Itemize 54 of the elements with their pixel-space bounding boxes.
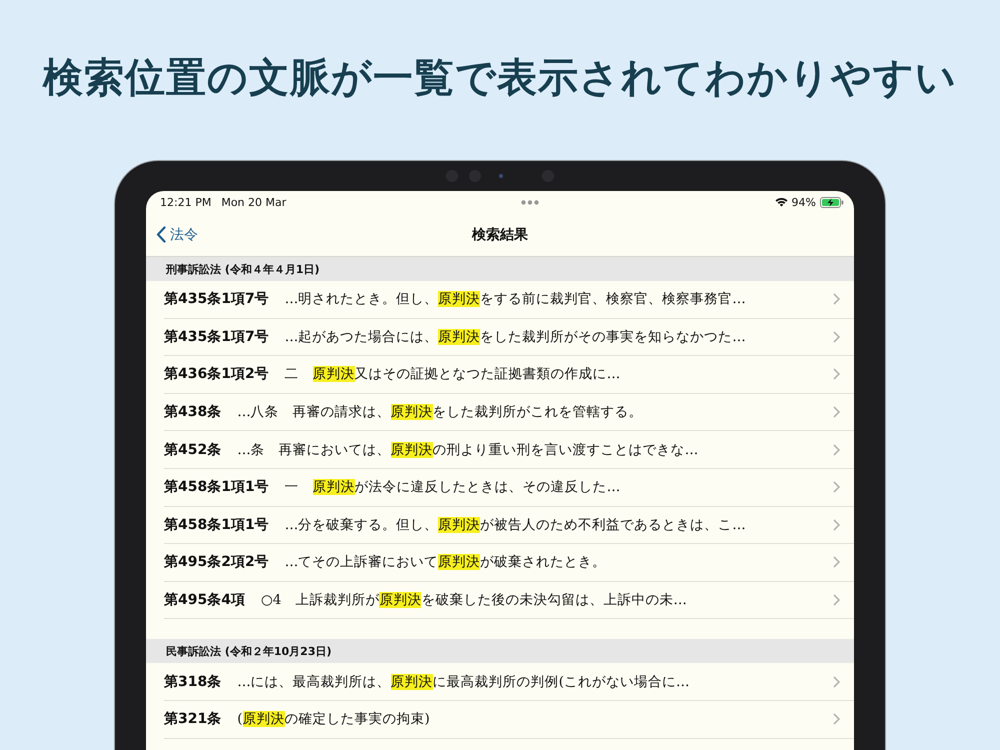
chevron-right-icon xyxy=(833,406,840,418)
chevron-right-icon xyxy=(833,594,840,606)
context-snippet: ○4 上訴裁判所が原判決を破棄した後の未決勾留は、上訴中の未… xyxy=(260,591,688,610)
context-snippet: …には、最高裁判所は、原判決に最高裁判所の判例(これがない場合に… xyxy=(237,672,691,691)
article-reference: 第458条1項1号 xyxy=(164,478,269,496)
search-result-row[interactable]: 第458条1項1号 …分を破棄する。但し、原判決が被告人のため不利益であるときは、こ… xyxy=(164,506,854,544)
chevron-right-icon xyxy=(833,293,840,306)
chevron-right-icon xyxy=(833,713,840,726)
article-reference: 第495条2項2号 xyxy=(164,553,269,572)
article-reference: 第435条1項7号 xyxy=(164,328,269,346)
back-button[interactable]: 法令 xyxy=(146,226,208,244)
search-result-row[interactable]: 第438条 …八条 再審の請求は、原判決をした裁判所がこれを管轄する。 xyxy=(164,394,854,432)
context-snippet: …てその上訴審において原判決が破棄されたとき。 xyxy=(284,553,608,572)
chevron-right-icon xyxy=(833,368,840,380)
article-reference: 第495条4項 xyxy=(164,591,245,610)
status-time: 12:21 PM xyxy=(160,196,212,208)
battery-charging-icon xyxy=(820,196,844,208)
search-result-row[interactable]: 第435条1項7号 …起があつた場合には、原判決をした裁判所がその事実を知らなかつた… xyxy=(164,318,854,356)
multitasking-icon[interactable] xyxy=(521,200,540,204)
context-snippet: …明されたとき。但し、原判決をする前に裁判官、検察官、検察事務官… xyxy=(284,290,747,308)
article-reference: 第438条 xyxy=(164,403,222,422)
article-reference: 第435条1項7号 xyxy=(164,290,269,308)
status-date: Mon 20 Mar xyxy=(221,196,286,208)
section-header: 刑事訴訟法 (令和４年４月1日) xyxy=(146,257,854,281)
chevron-right-icon xyxy=(833,330,840,343)
chevron-right-icon xyxy=(833,676,840,688)
article-reference: 第436条1項2号 xyxy=(164,365,269,384)
search-result-row[interactable]: 第452条 …条 再審においては、原判決の刑より重い刑を言い渡すことはできな… xyxy=(164,431,854,469)
chevron-right-icon xyxy=(833,481,840,494)
section-header: 民事訴訟法 (令和２年10月23日) xyxy=(146,639,854,664)
chevron-right-icon xyxy=(833,556,840,568)
context-snippet: (原判決の確定した事実の拘束) xyxy=(237,710,431,728)
article-reference: 第321条 xyxy=(164,710,222,728)
wifi-icon xyxy=(774,197,788,207)
search-result-row[interactable]: 第435条1項7号 …明されたとき。但し、原判決をする前に裁判官、検察官、検察事務官… xyxy=(164,281,854,319)
chevron-left-icon xyxy=(156,226,166,243)
chevron-right-icon xyxy=(833,518,840,531)
headline: 検索位置の文脈が一覧で表示されてわかりやすい xyxy=(43,54,957,102)
context-snippet: …条 再審においては、原判決の刑より重い刑を言い渡すことはできな… xyxy=(237,440,700,459)
battery-percentage: 94% xyxy=(792,196,816,208)
context-snippet: …八条 再審の請求は、原判決をした裁判所がこれを管轄する。 xyxy=(237,403,644,422)
search-result-row[interactable]: 第495条4項 ○4 上訴裁判所が原判決を破棄した後の未決勾留は、上訴中の未… xyxy=(164,582,854,620)
chevron-right-icon xyxy=(833,444,840,456)
article-reference: 第452条 xyxy=(164,440,222,459)
context-snippet: …起があつた場合には、原判決をした裁判所がその事実を知らなかつた… xyxy=(284,328,747,346)
search-result-row[interactable]: 第318条 …には、最高裁判所は、原判決に最高裁判所の判例(これがない場合に… xyxy=(164,663,854,701)
article-reference: 第458条1項1号 xyxy=(164,516,269,534)
article-reference: 第318条 xyxy=(164,672,222,691)
search-result-row[interactable]: 第321条 (原判決の確定した事実の拘束) xyxy=(164,700,854,739)
context-snippet: 一 原判決が法令に違反したときは、その違反した… xyxy=(284,478,622,496)
context-snippet: …分を破棄する。但し、原判決が被告人のため不利益であるときは、こ… xyxy=(284,516,747,534)
search-result-row[interactable]: 第458条1項1号 一 原判決が法令に違反したときは、その違反した… xyxy=(164,468,854,507)
search-result-row[interactable]: 第495条2項2号 …てその上訴審において原判決が破棄されたとき。 xyxy=(164,544,854,582)
screen-title: 検索結果 xyxy=(472,226,528,244)
